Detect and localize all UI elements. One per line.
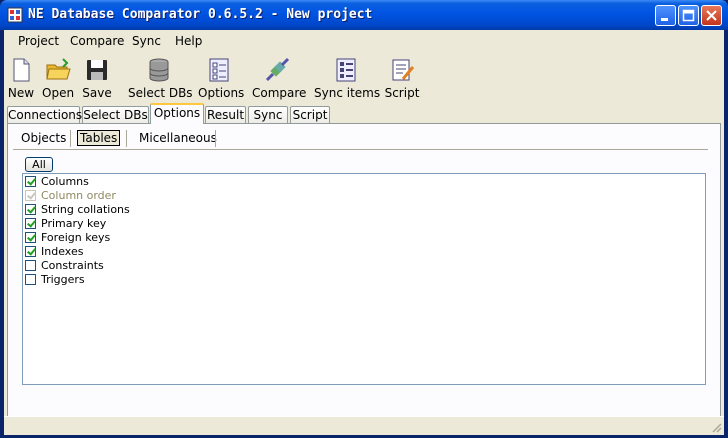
subtab-micellaneous[interactable]: Micellaneous (139, 128, 217, 148)
subtab-objects[interactable]: Objects (21, 128, 66, 148)
database-icon (149, 58, 169, 82)
subtab-divider (70, 130, 71, 147)
menu-sync[interactable]: Sync (132, 34, 161, 48)
option-label: Constraints (41, 259, 104, 272)
subtab-tables-label: Tables (77, 130, 121, 146)
subtab-tables[interactable]: Tables (77, 128, 121, 148)
script-button[interactable]: Script (384, 57, 420, 100)
select-dbs-label: Select DBs (128, 86, 193, 100)
subtab-divider (215, 130, 216, 147)
subtab-baseline (13, 149, 708, 150)
compare-plug-icon (265, 57, 290, 82)
close-button[interactable] (701, 5, 722, 26)
resize-grip-icon[interactable] (710, 421, 722, 433)
compare-label: Compare (252, 86, 307, 100)
checkbox[interactable] (25, 232, 36, 243)
option-label: String collations (41, 203, 130, 216)
client-area: Project Compare Sync Help New Open Save … (4, 30, 724, 435)
sync-items-label: Sync items (314, 86, 381, 100)
checkbox[interactable] (25, 260, 36, 271)
tab-script[interactable]: Script (290, 106, 330, 123)
options-button[interactable]: Options (198, 57, 245, 100)
options-tab-page: Objects Tables Micellaneous All Columns … (7, 123, 721, 417)
tab-result[interactable]: Result (205, 106, 246, 123)
window-title: NE Database Comparator 0.6.5.2 - New pro… (28, 7, 373, 22)
minimize-button[interactable] (655, 5, 676, 26)
save-label: Save (82, 86, 112, 100)
minimize-icon (661, 18, 668, 21)
options-checklist[interactable]: Columns Column order String collations P… (22, 173, 706, 385)
options-checklist-icon (209, 58, 229, 82)
options-label: Options (198, 86, 245, 100)
all-button[interactable]: All (25, 157, 53, 172)
save-floppy-icon (87, 60, 107, 80)
option-label: Triggers (41, 273, 85, 286)
new-button[interactable]: New (7, 57, 35, 100)
subtab-divider (126, 130, 127, 147)
option-label: Primary key (41, 217, 107, 230)
menu-project[interactable]: Project (18, 34, 59, 48)
toolbar: New Open Save Select DBs Options Compare (4, 53, 724, 103)
checkbox[interactable] (25, 218, 36, 229)
open-label: Open (42, 86, 75, 100)
sync-items-icon (336, 58, 356, 82)
script-icon (392, 59, 415, 81)
save-button[interactable]: Save (82, 57, 112, 100)
open-button[interactable]: Open (42, 57, 74, 100)
tab-sync[interactable]: Sync (248, 106, 288, 123)
select-dbs-button[interactable]: Select DBs (128, 57, 193, 100)
maximize-button[interactable] (678, 5, 699, 26)
checkbox[interactable] (25, 246, 36, 257)
menu-help[interactable]: Help (175, 34, 202, 48)
close-icon (706, 10, 717, 21)
status-bar (4, 416, 724, 435)
menu-compare[interactable]: Compare (70, 34, 124, 48)
app-icon (7, 7, 23, 23)
tab-options[interactable]: Options (150, 103, 204, 124)
script-label: Script (384, 86, 420, 100)
application-window: NE Database Comparator 0.6.5.2 - New pro… (0, 0, 728, 438)
tab-select-dbs[interactable]: Select DBs (82, 106, 149, 123)
checkbox[interactable] (25, 274, 36, 285)
checkbox[interactable] (25, 176, 36, 187)
option-label: Foreign keys (41, 231, 111, 244)
option-label: Indexes (41, 245, 84, 258)
checkbox[interactable] (25, 204, 36, 215)
option-label: Column order (41, 189, 116, 202)
compare-button[interactable]: Compare (252, 57, 307, 100)
maximize-icon (682, 9, 695, 22)
open-folder-icon (46, 58, 71, 80)
option-label: Columns (41, 175, 89, 188)
new-document-icon (13, 58, 30, 82)
checkbox (25, 190, 36, 201)
menu-bar: Project Compare Sync Help (4, 30, 724, 52)
new-label: New (7, 86, 35, 100)
sync-items-button[interactable]: Sync items (314, 57, 381, 100)
tab-connections[interactable]: Connections (7, 106, 82, 123)
title-bar[interactable]: NE Database Comparator 0.6.5.2 - New pro… (0, 0, 728, 30)
